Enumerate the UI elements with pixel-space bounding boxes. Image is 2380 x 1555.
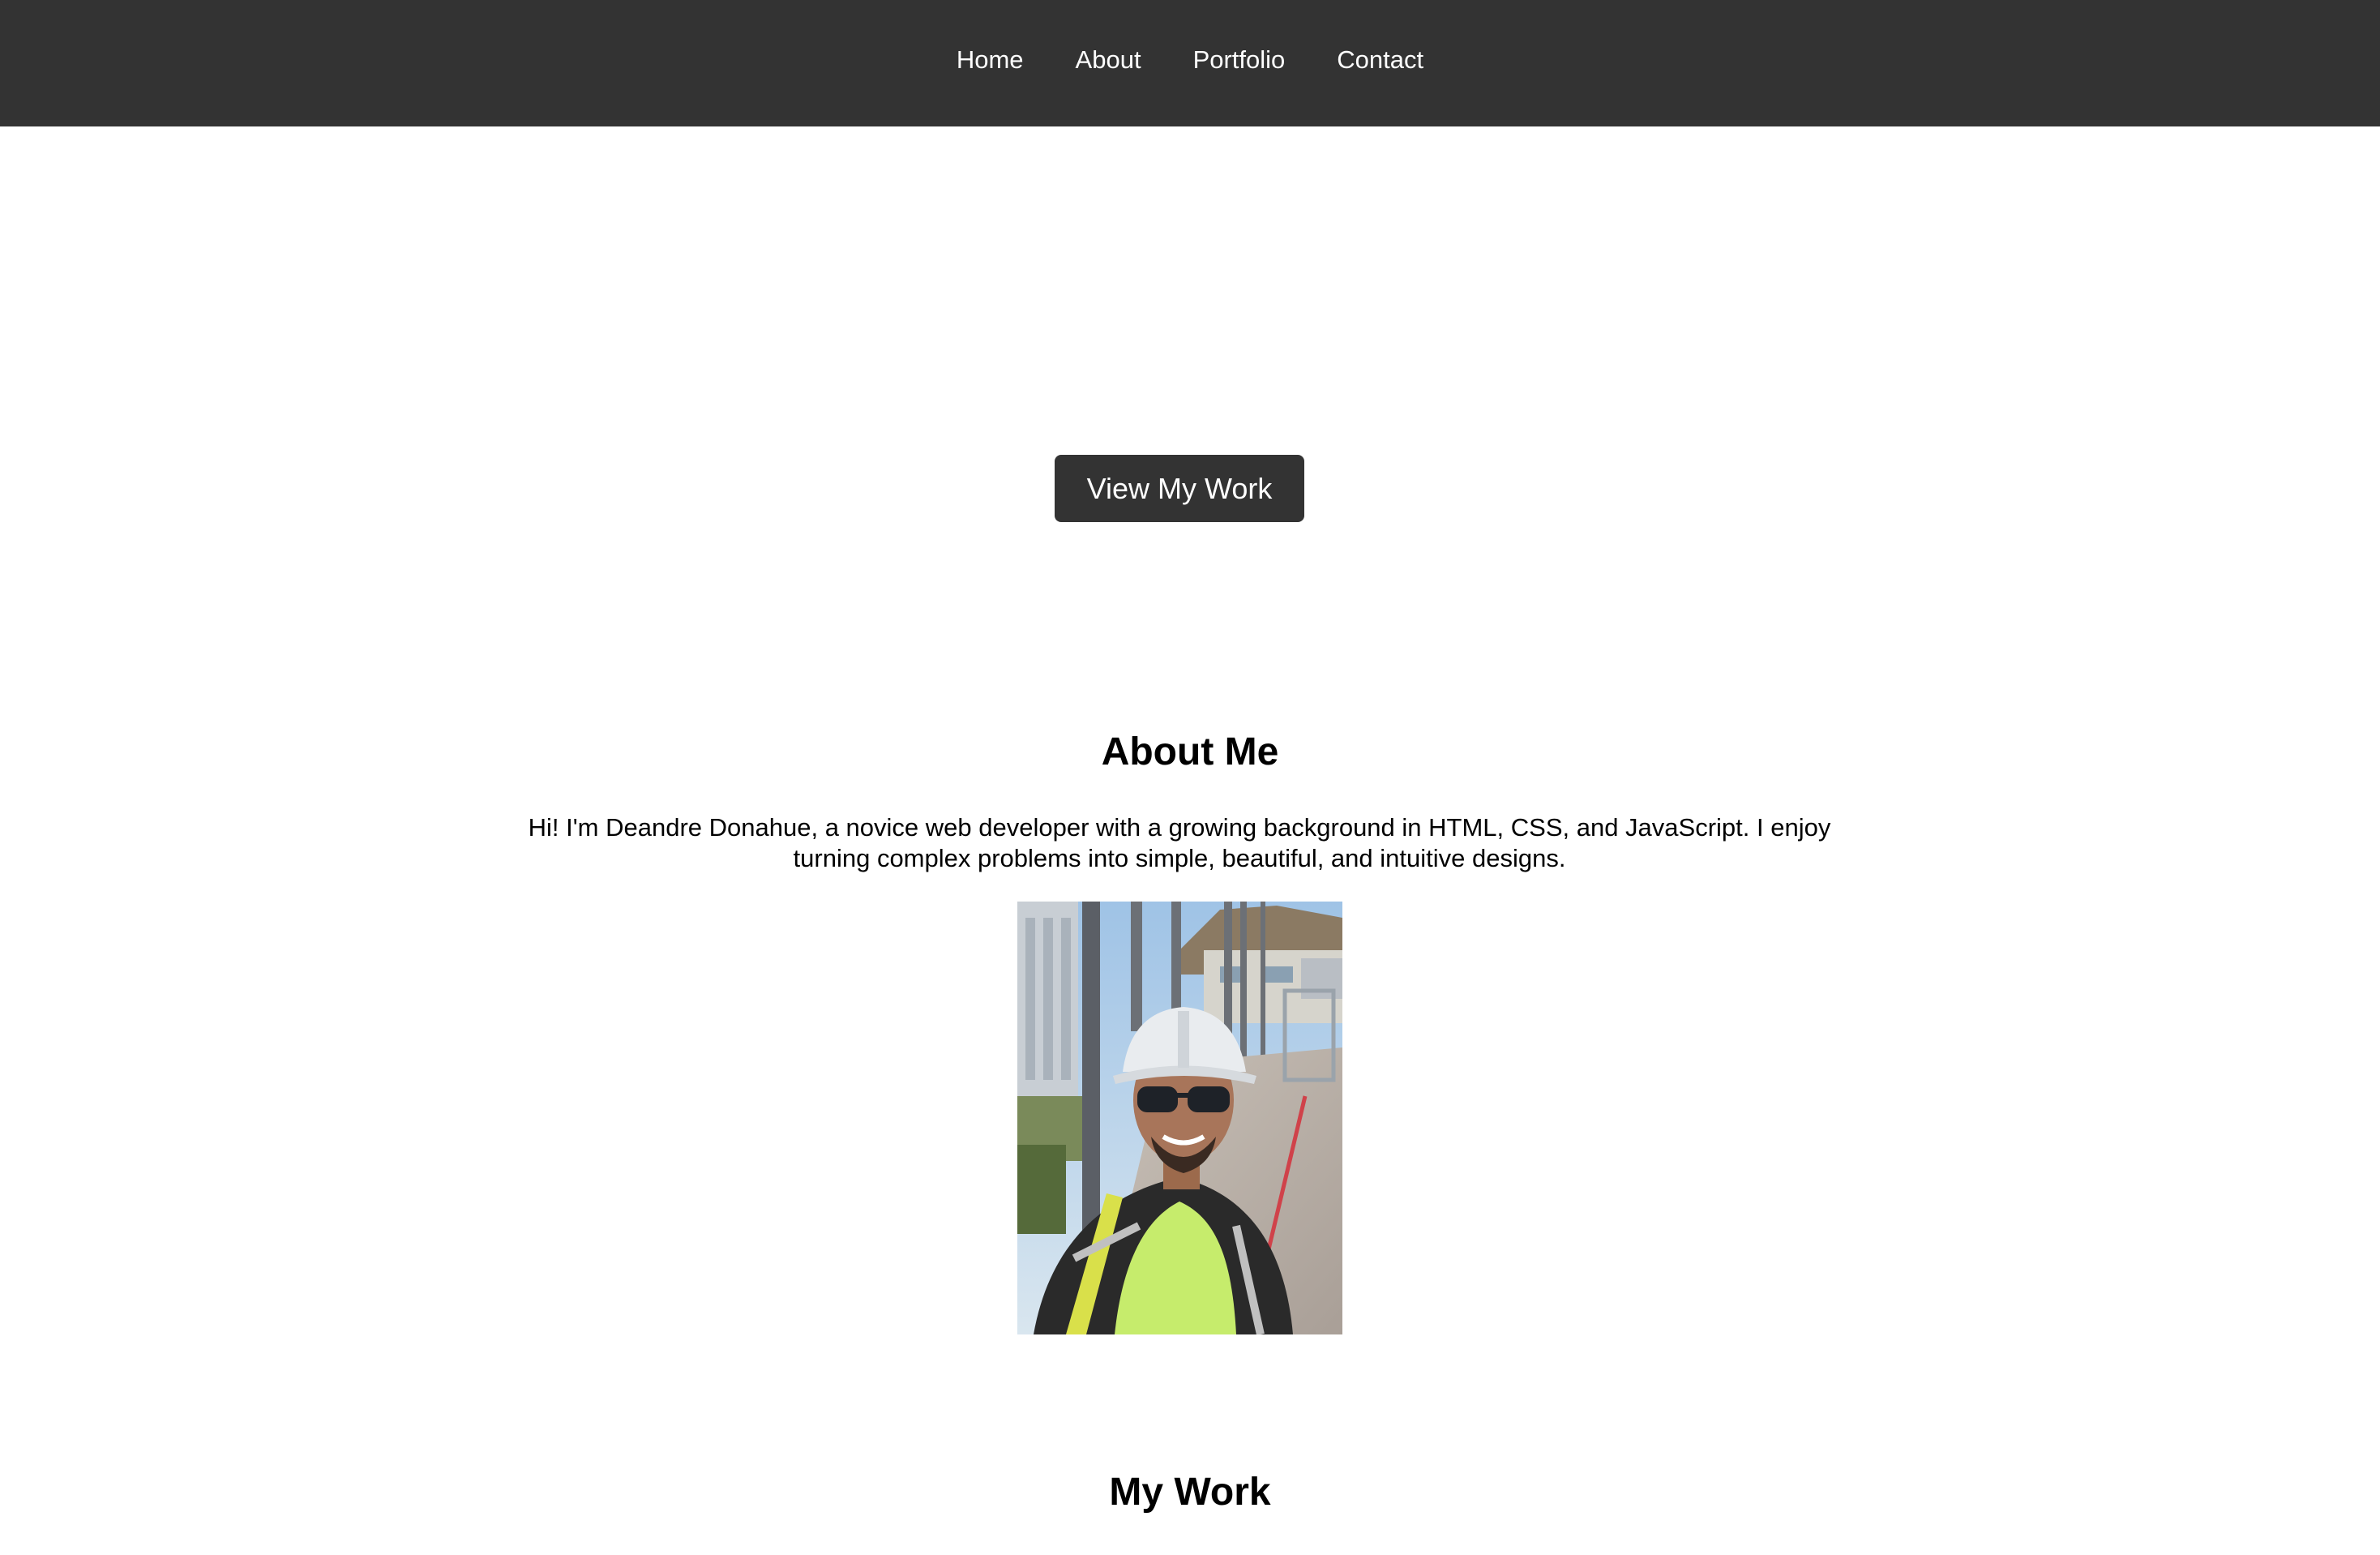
- nav-menu: Home About Portfolio Contact: [0, 0, 2380, 120]
- profile-photo-image: [1017, 902, 1342, 1334]
- nav-item-portfolio: Portfolio: [1193, 45, 1286, 75]
- my-work-heading: My Work: [1109, 1471, 1271, 1514]
- nav-link-about[interactable]: About: [1076, 45, 1141, 74]
- view-my-work-button[interactable]: View My Work: [1055, 455, 1304, 522]
- nav-item-about: About: [1076, 45, 1141, 75]
- nav-link-portfolio[interactable]: Portfolio: [1193, 45, 1286, 74]
- profile-photo: [1017, 902, 1342, 1334]
- about-description: Hi! I'm Deandre Donahue, a novice web de…: [528, 813, 1831, 872]
- nav-link-contact[interactable]: Contact: [1337, 45, 1423, 74]
- nav-item-home: Home: [957, 45, 1024, 75]
- nav-item-contact: Contact: [1337, 45, 1423, 75]
- about-heading: About Me: [1101, 730, 1279, 773]
- nav-link-home[interactable]: Home: [957, 45, 1024, 74]
- top-navigation: Home About Portfolio Contact: [0, 0, 2380, 126]
